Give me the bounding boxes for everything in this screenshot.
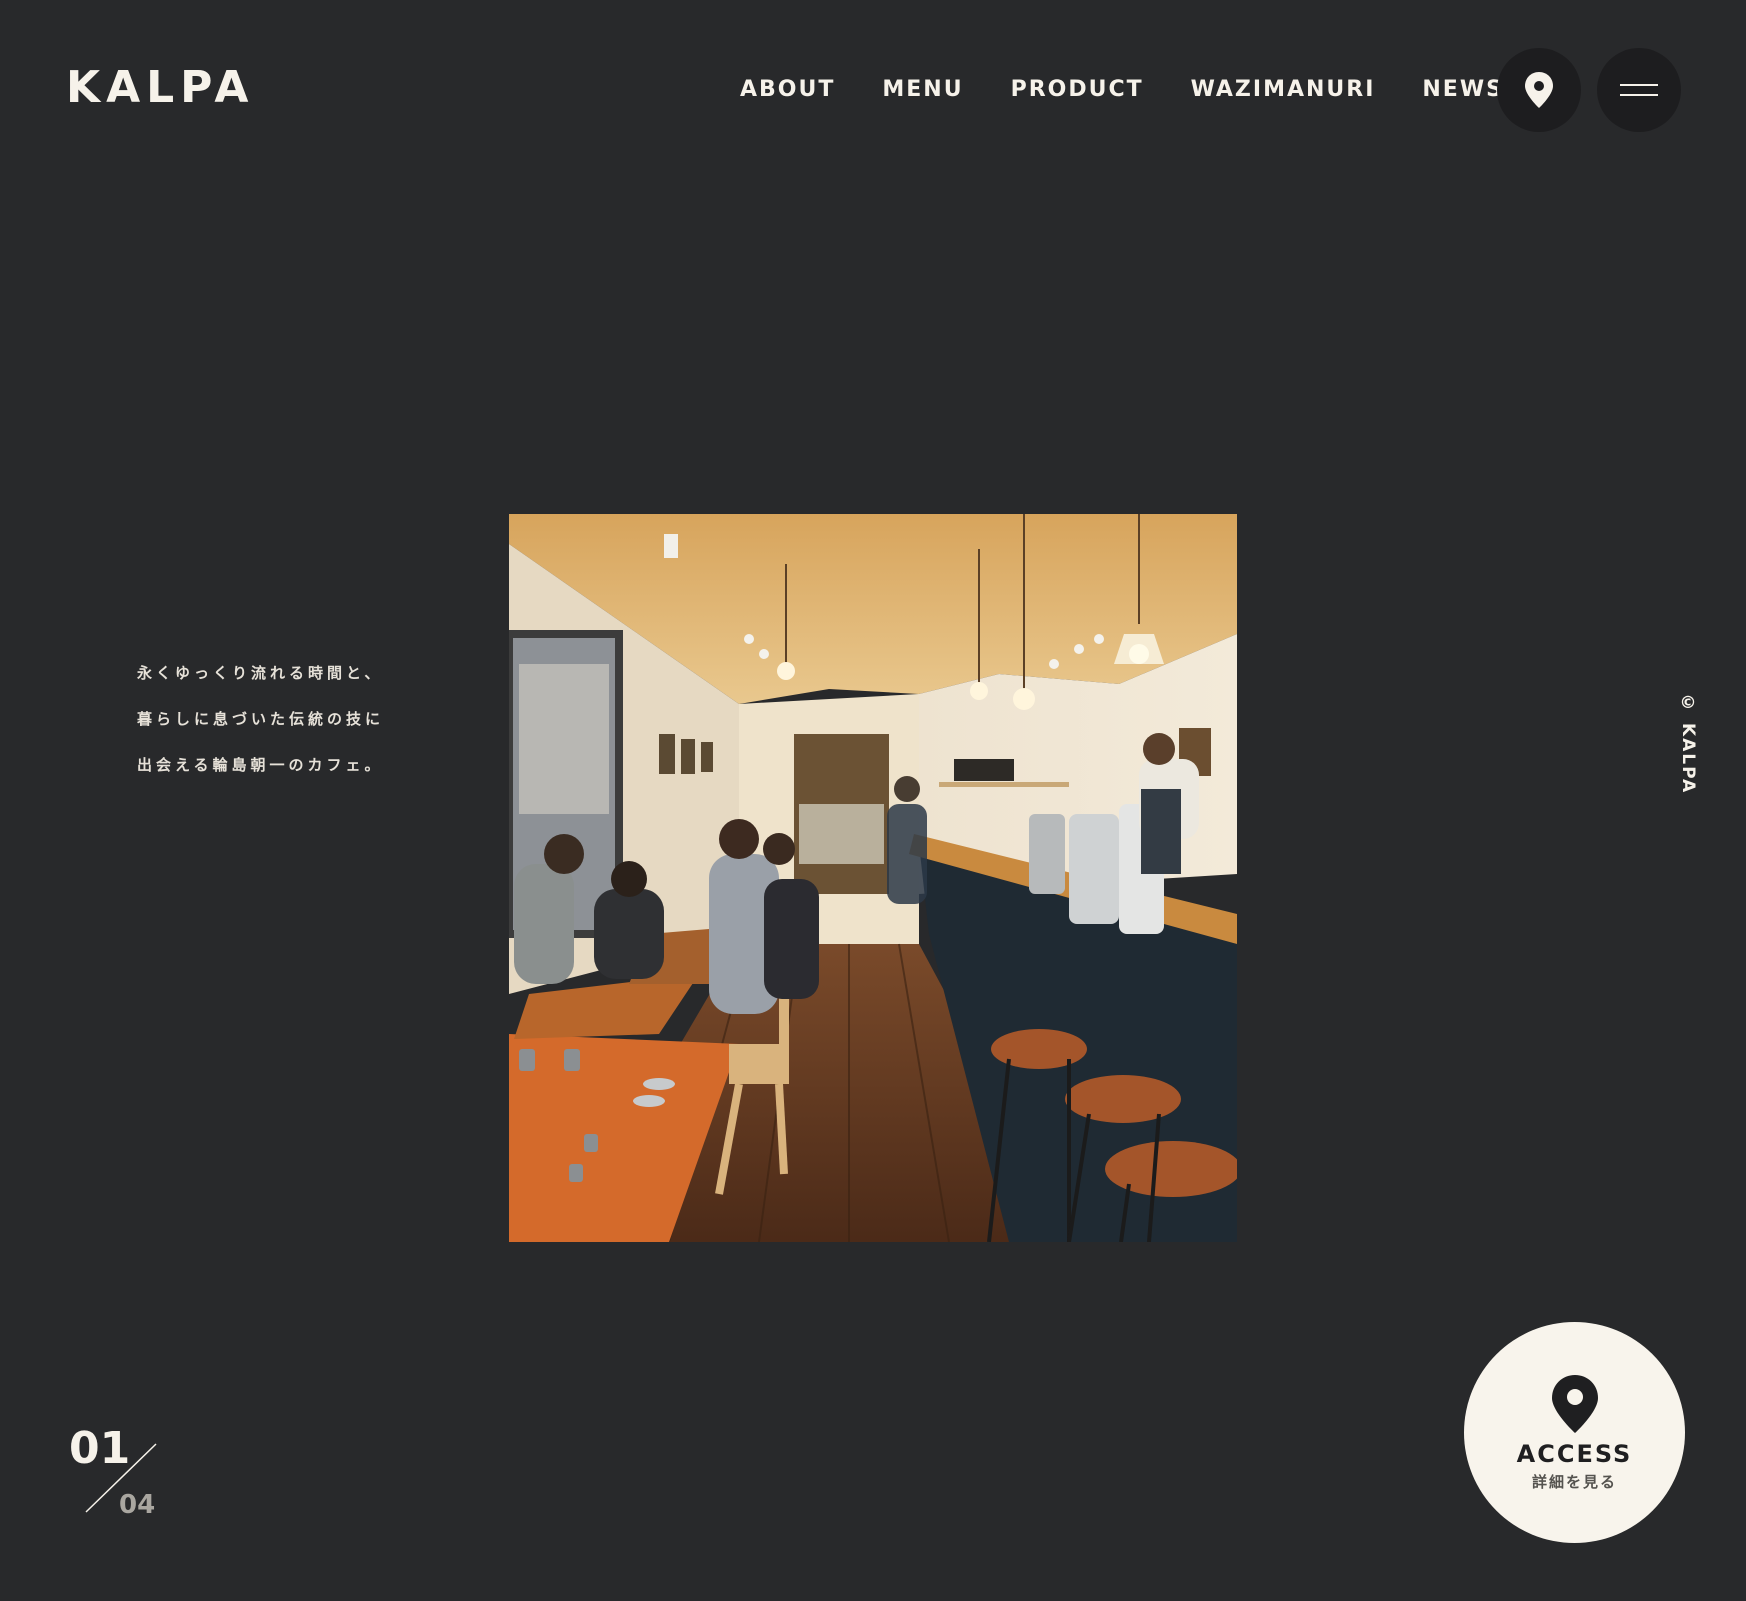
map-pin-icon: [1552, 1375, 1598, 1433]
nav-about[interactable]: ABOUT: [740, 77, 835, 103]
slide-counter-total: 04: [119, 1490, 156, 1520]
logo[interactable]: KALPA: [66, 64, 254, 112]
access-button[interactable]: ACCESS 詳細を見る: [1464, 1322, 1685, 1543]
nav-product[interactable]: PRODUCT: [1011, 77, 1144, 103]
tagline: 永くゆっくり流れる時間と、 暮らしに息づいた伝統の技に 出会える輪島朝一のカフェ…: [137, 660, 384, 798]
tagline-line-2: 暮らしに息づいた伝統の技に: [137, 710, 385, 728]
nav-menu[interactable]: MENU: [882, 77, 963, 103]
menu-button[interactable]: [1597, 48, 1681, 132]
tagline-line-3: 出会える輪島朝一のカフェ。: [137, 756, 384, 774]
map-pin-icon: [1525, 72, 1553, 108]
hamburger-icon: [1620, 84, 1658, 96]
hero-photo: [509, 514, 1237, 1242]
main-nav: ABOUT MENU PRODUCT WAZIMANURI NEWS: [740, 77, 1504, 103]
access-subtitle: 詳細を見る: [1531, 1473, 1617, 1491]
map-button[interactable]: [1497, 48, 1581, 132]
access-title: ACCESS: [1516, 1440, 1633, 1468]
nav-news[interactable]: NEWS: [1422, 77, 1504, 103]
copyright-vertical: © KALPA: [1678, 693, 1698, 795]
nav-wazimanuri[interactable]: WAZIMANURI: [1191, 77, 1376, 103]
tagline-line-1: 永くゆっくり流れる時間と、: [137, 664, 384, 682]
